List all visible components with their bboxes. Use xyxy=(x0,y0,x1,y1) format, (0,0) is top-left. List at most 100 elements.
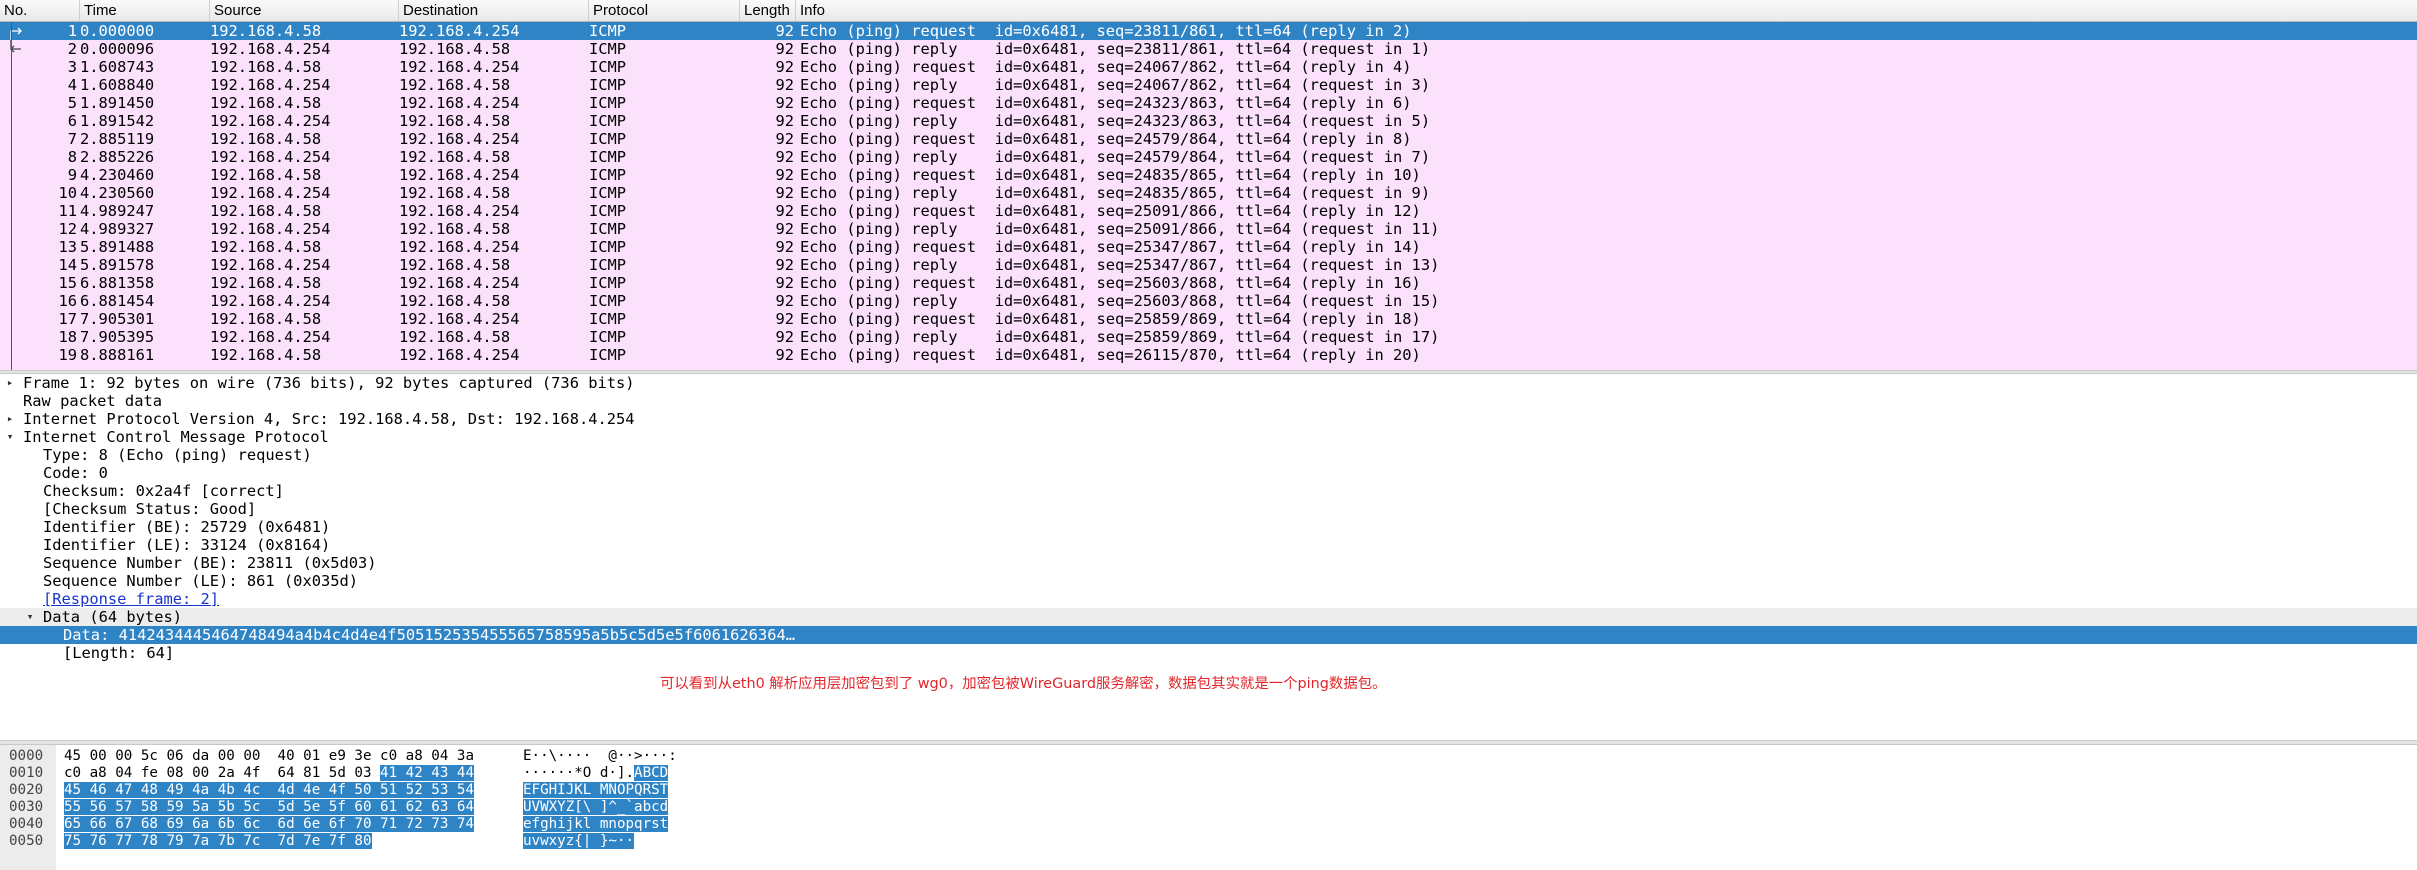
ascii-selected: ABCD xyxy=(634,765,669,781)
ascii-selected: efghijkl mnopqrst xyxy=(523,816,669,832)
packet-source: 192.168.4.254 xyxy=(210,292,331,310)
column-header-source[interactable]: Source xyxy=(210,0,399,21)
packet-row[interactable]: 10 4.230560 192.168.4.254 192.168.4.58 ICMP 9… xyxy=(0,184,2417,202)
detail-row[interactable]: ▸ Frame 1: 92 bytes on wire (736 bits), 9… xyxy=(0,374,2417,392)
packet-row[interactable]: 17 7.905301 192.168.4.58 192.168.4.254 ICMP 9… xyxy=(0,310,2417,328)
packet-destination: 192.168.4.58 xyxy=(399,292,511,310)
byte-ascii[interactable]: UVWXYZ[\ ]^_`abcd xyxy=(523,799,669,816)
detail-row[interactable]: Type: 8 (Echo (ping) request) xyxy=(0,446,2417,464)
detail-row[interactable]: ▾ Internet Control Message Protocol xyxy=(0,428,2417,446)
packet-row[interactable]: 12 4.989327 192.168.4.254 192.168.4.58 ICMP 9… xyxy=(0,220,2417,238)
packet-source: 192.168.4.254 xyxy=(210,112,331,130)
byte-hex[interactable]: 45 46 47 48 49 4a 4b 4c 4d 4e 4f 50 51 5… xyxy=(64,782,474,799)
packet-row[interactable]: 16 6.881454 192.168.4.254 192.168.4.58 ICMP 9… xyxy=(0,292,2417,310)
packet-info: Echo (ping) reply id=0x6481, seq=24067/8… xyxy=(800,76,1431,94)
detail-text: [Length: 64] xyxy=(63,644,175,662)
expand-arrow-icon[interactable]: ▾ xyxy=(24,608,36,626)
packet-time: 4.989327 xyxy=(80,220,155,238)
detail-row[interactable]: [Checksum Status: Good] xyxy=(0,500,2417,518)
packet-source: 192.168.4.58 xyxy=(210,94,322,112)
detail-text: Sequence Number (LE): 861 (0x035d) xyxy=(43,572,359,590)
column-header-time[interactable]: Time xyxy=(80,0,210,21)
byte-offset: 0040 xyxy=(9,816,44,832)
packet-info: Echo (ping) request id=0x6481, seq=25091… xyxy=(800,202,1421,220)
detail-row[interactable]: [Length: 64] xyxy=(0,644,2417,662)
column-header-length[interactable]: Length xyxy=(740,0,796,21)
detail-row[interactable]: Checksum: 0x2a4f [correct] xyxy=(0,482,2417,500)
byte-offset: 0000 xyxy=(9,748,44,764)
packet-time: 0.000096 xyxy=(80,40,155,58)
packet-length: 92 xyxy=(775,202,794,220)
detail-text: Identifier (LE): 33124 (0x8164) xyxy=(43,536,331,554)
hex-plain: c0 a8 04 fe 08 00 2a 4f 64 81 5d 03 xyxy=(64,765,381,781)
packet-row[interactable]: 1 0.000000 192.168.4.58 192.168.4.254 ICMP 92… xyxy=(0,22,2417,40)
packet-info: Echo (ping) reply id=0x6481, seq=24835/8… xyxy=(800,184,1431,202)
packet-destination: 192.168.4.254 xyxy=(399,202,520,220)
detail-row[interactable]: Sequence Number (LE): 861 (0x035d) xyxy=(0,572,2417,590)
detail-row[interactable]: Sequence Number (BE): 23811 (0x5d03) xyxy=(0,554,2417,572)
ascii-plain: E··\···· @··>···: xyxy=(523,748,677,764)
detail-row[interactable]: Identifier (BE): 25729 (0x6481) xyxy=(0,518,2417,536)
packet-row[interactable]: 4 1.608840 192.168.4.254 192.168.4.58 ICMP 92… xyxy=(0,76,2417,94)
detail-text: Data: 4142434445464748494a4b4c4d4e4f5051… xyxy=(63,626,796,644)
byte-ascii[interactable]: E··\···· @··>···: xyxy=(523,748,677,765)
packet-row[interactable]: 18 7.905395 192.168.4.254 192.168.4.58 ICMP 9… xyxy=(0,328,2417,346)
byte-hex[interactable]: 45 00 00 5c 06 da 00 00 40 01 e9 3e c0 a… xyxy=(64,748,474,765)
collapse-arrow-icon[interactable]: ▸ xyxy=(4,410,16,428)
packet-destination: 192.168.4.254 xyxy=(399,58,520,76)
packet-time: 8.888161 xyxy=(80,346,155,364)
expand-arrow-icon[interactable]: ▾ xyxy=(4,428,16,446)
response-frame-link[interactable]: [Response frame: 2] xyxy=(43,590,219,608)
packet-bytes-pane[interactable]: 0000 45 00 00 5c 06 da 00 00 40 01 e9 3e … xyxy=(0,745,2417,870)
packet-protocol: ICMP xyxy=(589,166,627,184)
detail-row[interactable]: Raw packet data xyxy=(0,392,2417,410)
hex-selected: 55 56 57 58 59 5a 5b 5c 5d 5e 5f 60 61 6… xyxy=(64,799,474,815)
byte-ascii[interactable]: uvwxyz{| }~·· xyxy=(523,833,635,850)
collapse-arrow-icon[interactable]: ▸ xyxy=(4,374,16,392)
packet-row[interactable]: 6 1.891542 192.168.4.254 192.168.4.58 ICMP 92… xyxy=(0,112,2417,130)
packet-details-pane[interactable]: ▸ Frame 1: 92 bytes on wire (736 bits), 9… xyxy=(0,374,2417,740)
packet-source: 192.168.4.254 xyxy=(210,328,331,346)
detail-text: Internet Protocol Version 4, Src: 192.16… xyxy=(23,410,635,428)
packet-info: Echo (ping) request id=0x6481, seq=23811… xyxy=(800,22,1412,40)
byte-hex[interactable]: 55 56 57 58 59 5a 5b 5c 5d 5e 5f 60 61 6… xyxy=(64,799,474,816)
packet-destination: 192.168.4.254 xyxy=(399,130,520,148)
packet-row[interactable]: 5 1.891450 192.168.4.58 192.168.4.254 ICMP 92… xyxy=(0,94,2417,112)
packet-row[interactable]: 7 2.885119 192.168.4.58 192.168.4.254 ICMP 92… xyxy=(0,130,2417,148)
column-header-info[interactable]: Info xyxy=(796,0,2417,21)
packet-row[interactable]: 3 1.608743 192.168.4.58 192.168.4.254 ICMP 92… xyxy=(0,58,2417,76)
packet-list-pane[interactable]: No. Time Source Destination Protocol Len… xyxy=(0,0,2417,370)
packet-row[interactable]: 11 4.989247 192.168.4.58 192.168.4.254 ICMP 9… xyxy=(0,202,2417,220)
packet-row[interactable]: 8 2.885226 192.168.4.254 192.168.4.58 ICMP 92… xyxy=(0,148,2417,166)
packet-row[interactable]: 2 0.000096 192.168.4.254 192.168.4.58 ICMP 92… xyxy=(0,40,2417,58)
packet-info: Echo (ping) reply id=0x6481, seq=25347/8… xyxy=(800,256,1440,274)
packet-source: 192.168.4.58 xyxy=(210,58,322,76)
detail-row[interactable]: ▸ Internet Protocol Version 4, Src: 192.1… xyxy=(0,410,2417,428)
detail-row[interactable]: ▾ Data (64 bytes) xyxy=(0,608,2417,626)
packet-source: 192.168.4.58 xyxy=(210,166,322,184)
detail-row[interactable]: Data: 4142434445464748494a4b4c4d4e4f5051… xyxy=(0,626,2417,644)
detail-row[interactable]: Identifier (LE): 33124 (0x8164) xyxy=(0,536,2417,554)
column-header-destination[interactable]: Destination xyxy=(399,0,589,21)
byte-ascii[interactable]: ······*O d·].ABCD xyxy=(523,765,669,782)
packet-length: 92 xyxy=(775,256,794,274)
byte-hex[interactable]: c0 a8 04 fe 08 00 2a 4f 64 81 5d 03 41 4… xyxy=(64,765,475,782)
packet-row[interactable]: 9 4.230460 192.168.4.58 192.168.4.254 ICMP 92… xyxy=(0,166,2417,184)
packet-time: 4.230460 xyxy=(80,166,155,184)
byte-hex[interactable]: 75 76 77 78 79 7a 7b 7c 7d 7e 7f 80 xyxy=(64,833,372,850)
detail-row[interactable]: Code: 0 xyxy=(0,464,2417,482)
byte-ascii[interactable]: efghijkl mnopqrst xyxy=(523,816,669,833)
detail-row[interactable]: [Response frame: 2] xyxy=(0,590,2417,608)
packet-row[interactable]: 14 5.891578 192.168.4.254 192.168.4.58 ICMP 9… xyxy=(0,256,2417,274)
byte-ascii[interactable]: EFGHIJKL MNOPQRST xyxy=(523,782,669,799)
packet-destination: 192.168.4.58 xyxy=(399,148,511,166)
packet-info: Echo (ping) request id=0x6481, seq=26115… xyxy=(800,346,1421,364)
column-header-protocol[interactable]: Protocol xyxy=(589,0,740,21)
packet-destination: 192.168.4.58 xyxy=(399,76,511,94)
byte-hex[interactable]: 65 66 67 68 69 6a 6b 6c 6d 6e 6f 70 71 7… xyxy=(64,816,474,833)
packet-row[interactable]: 13 5.891488 192.168.4.58 192.168.4.254 ICMP 9… xyxy=(0,238,2417,256)
packet-time: 2.885226 xyxy=(80,148,155,166)
packet-row[interactable]: 15 6.881358 192.168.4.58 192.168.4.254 ICMP 9… xyxy=(0,274,2417,292)
packet-row[interactable]: 19 8.888161 192.168.4.58 192.168.4.254 ICMP 9… xyxy=(0,346,2417,364)
column-header-no[interactable]: No. xyxy=(0,0,80,21)
